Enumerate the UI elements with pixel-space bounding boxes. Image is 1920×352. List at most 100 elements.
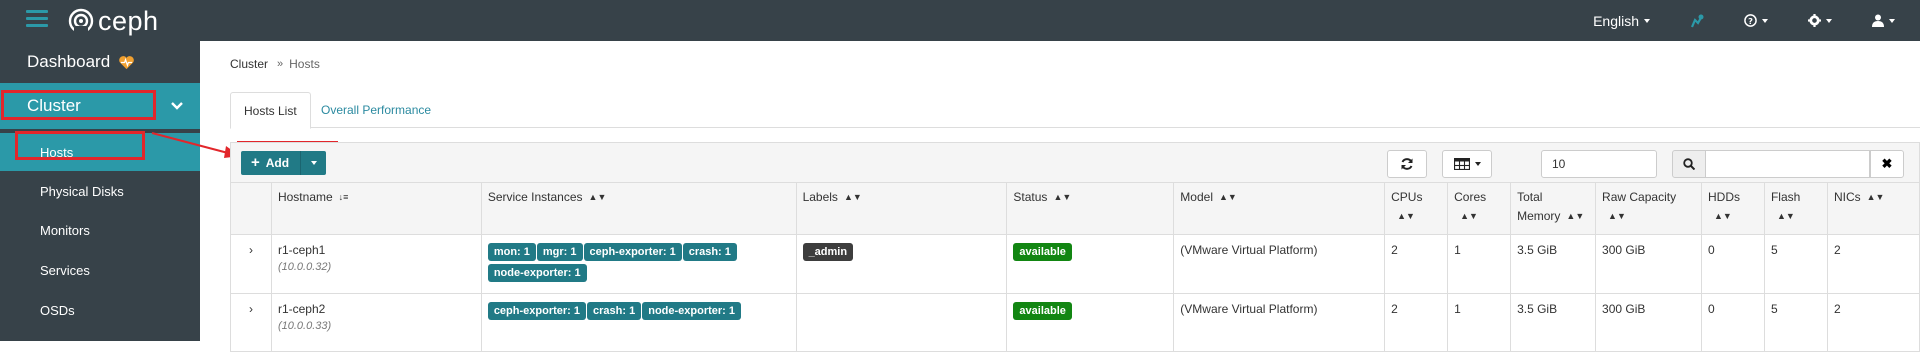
add-dropdown-toggle[interactable] [300, 151, 326, 175]
column-header-labels[interactable]: Labels ▲▼ [795, 182, 1008, 235]
table-columns-icon [1453, 158, 1470, 170]
service-badge: ceph-exporter: 1 [583, 243, 682, 261]
column-header-status[interactable]: Status ▲▼ [1006, 182, 1175, 235]
cell-model: (VMware Virtual Platform) [1173, 293, 1386, 352]
cell-raw-capacity: 300 GiB [1595, 293, 1702, 352]
sidebar-item-services[interactable]: Services [0, 251, 200, 289]
column-label: NICs [1833, 190, 1861, 204]
cell-cpus: 2 [1384, 234, 1449, 294]
chevron-down-icon [171, 102, 183, 110]
sidebar-item-label: Services [40, 262, 90, 278]
sidebar-item-label: OSDs [40, 302, 75, 318]
table-toolbar: + Add 10 ✖ [230, 142, 1920, 182]
cell-hdds: 0 [1701, 234, 1765, 294]
help-menu[interactable]: ? [1744, 14, 1768, 27]
tab-label: Overall Performance [321, 103, 432, 117]
task-manager-icon [1690, 14, 1704, 27]
column-header-hdds[interactable]: HDDs ▲▼ [1701, 182, 1765, 235]
row-expander[interactable]: › [230, 234, 272, 294]
sort-icon: ▲▼ [1566, 211, 1585, 222]
sort-icon: ▲▼ [1218, 192, 1237, 203]
breadcrumb-hosts: Hosts [289, 57, 320, 71]
sort-icon: ▲▼ [1053, 192, 1072, 203]
svg-text:?: ? [1748, 16, 1753, 26]
language-label: English [1593, 12, 1639, 29]
column-label: HDDs [1708, 190, 1740, 204]
cell-status: available [1006, 234, 1175, 294]
help-icon: ? [1744, 14, 1757, 27]
page-size-input[interactable]: 10 [1541, 150, 1657, 178]
column-header-total-memory[interactable]: Total Memory ▲▼ [1510, 182, 1597, 235]
chevron-down-icon [1762, 18, 1768, 23]
column-label: Total Memory [1517, 190, 1561, 223]
user-icon [1872, 14, 1884, 27]
sort-ascending-icon: ↓≡ [338, 192, 349, 203]
sidebar-item-label: Physical Disks [40, 183, 124, 199]
column-header-hostname[interactable]: Hostname ↓≡ [270, 182, 482, 235]
plus-icon: + [251, 154, 260, 171]
sort-icon: ▲▼ [1397, 211, 1415, 222]
column-header-nics[interactable]: NICs ▲▼ [1826, 182, 1920, 235]
search-input[interactable] [1706, 150, 1870, 178]
chevron-right-icon: › [248, 243, 253, 257]
sort-icon: ▲▼ [1776, 211, 1795, 222]
sidebar-item-physical-disks[interactable]: Physical Disks [0, 172, 200, 210]
cell-raw-capacity: 300 GiB [1595, 234, 1702, 294]
chevron-right-icon: › [248, 302, 253, 316]
row-expander[interactable]: › [230, 293, 272, 352]
navbar-right: English ? [1593, 0, 1920, 41]
task-manager-button[interactable] [1690, 14, 1704, 28]
cell-labels: _admin [795, 234, 1008, 294]
column-header-cpus[interactable]: CPUs ▲▼ [1384, 182, 1449, 235]
sort-icon: ▲▼ [1714, 211, 1732, 222]
cell-hostname: r1-ceph1 (10.0.0.32) [270, 234, 482, 294]
ceph-logo[interactable]: ceph [68, 6, 159, 36]
language-selector[interactable]: English [1593, 13, 1650, 29]
column-header-raw-capacity[interactable]: Raw Capacity ▲▼ [1595, 182, 1702, 235]
highlight-box-hosts [15, 131, 145, 160]
host-ip: (10.0.0.33) [277, 320, 332, 332]
sidebar-item-monitors[interactable]: Monitors [0, 211, 200, 249]
cell-memory: 3.5 GiB [1510, 293, 1597, 352]
user-menu[interactable] [1872, 14, 1895, 27]
sidebar: Dashboard Cluster Hosts Physical Disks M… [0, 41, 200, 341]
breadcrumb-separator: » [277, 58, 284, 70]
sidebar-item-osds[interactable]: OSDs [0, 291, 200, 329]
column-label: CPUs [1391, 190, 1423, 204]
column-header-cores[interactable]: Cores ▲▼ [1447, 182, 1512, 235]
add-host-button[interactable]: + Add [241, 151, 300, 175]
settings-menu[interactable] [1808, 14, 1832, 27]
page-size-value: 10 [1552, 157, 1566, 171]
search-addon [1672, 150, 1706, 178]
tab-hosts-list[interactable]: Hosts List [230, 92, 311, 129]
hosts-table: Hostname ↓≡ Service Instances ▲▼ Labels ▲▼ … [230, 182, 1920, 352]
table-row[interactable]: › r1-ceph1 (10.0.0.32) mon: 1 mgr: 1 ceph-e… [230, 234, 1920, 294]
service-badge: ceph-exporter: 1 [487, 302, 587, 320]
hostname-text: r1-ceph2 [277, 302, 326, 316]
refresh-button[interactable] [1387, 150, 1427, 178]
expander-header [230, 182, 272, 235]
tab-label: Hosts List [244, 103, 297, 118]
ceph-logo-icon [68, 8, 94, 34]
hamburger-icon[interactable] [26, 10, 48, 28]
chevron-down-icon [1474, 162, 1481, 166]
tab-bar: Hosts List Overall Performance [230, 92, 1920, 129]
search-icon [1683, 158, 1695, 170]
service-badge: mgr: 1 [536, 243, 583, 261]
main-content: Cluster » Hosts Hosts List Overall Perfo… [200, 41, 1920, 352]
table-row[interactable]: › r1-ceph2 (10.0.0.33) ceph-exporter: 1 cr… [230, 293, 1920, 352]
tab-overall-performance[interactable]: Overall Performance [308, 92, 444, 128]
service-badge: mon: 1 [487, 243, 536, 261]
column-toggle-button[interactable] [1442, 150, 1492, 178]
clear-search-button[interactable]: ✖ [1870, 150, 1904, 178]
column-header-service-instances[interactable]: Service Instances ▲▼ [480, 182, 797, 235]
sidebar-item-dashboard[interactable]: Dashboard [0, 41, 200, 83]
breadcrumb-cluster[interactable]: Cluster [230, 57, 268, 71]
chevron-down-icon [310, 161, 317, 165]
cell-cores: 1 [1447, 234, 1512, 294]
column-header-flash[interactable]: Flash ▲▼ [1763, 182, 1828, 235]
cell-labels [795, 293, 1008, 352]
cell-nics: 2 [1826, 293, 1920, 352]
column-header-model[interactable]: Model ▲▼ [1173, 182, 1386, 235]
column-label: Status [1013, 190, 1048, 204]
